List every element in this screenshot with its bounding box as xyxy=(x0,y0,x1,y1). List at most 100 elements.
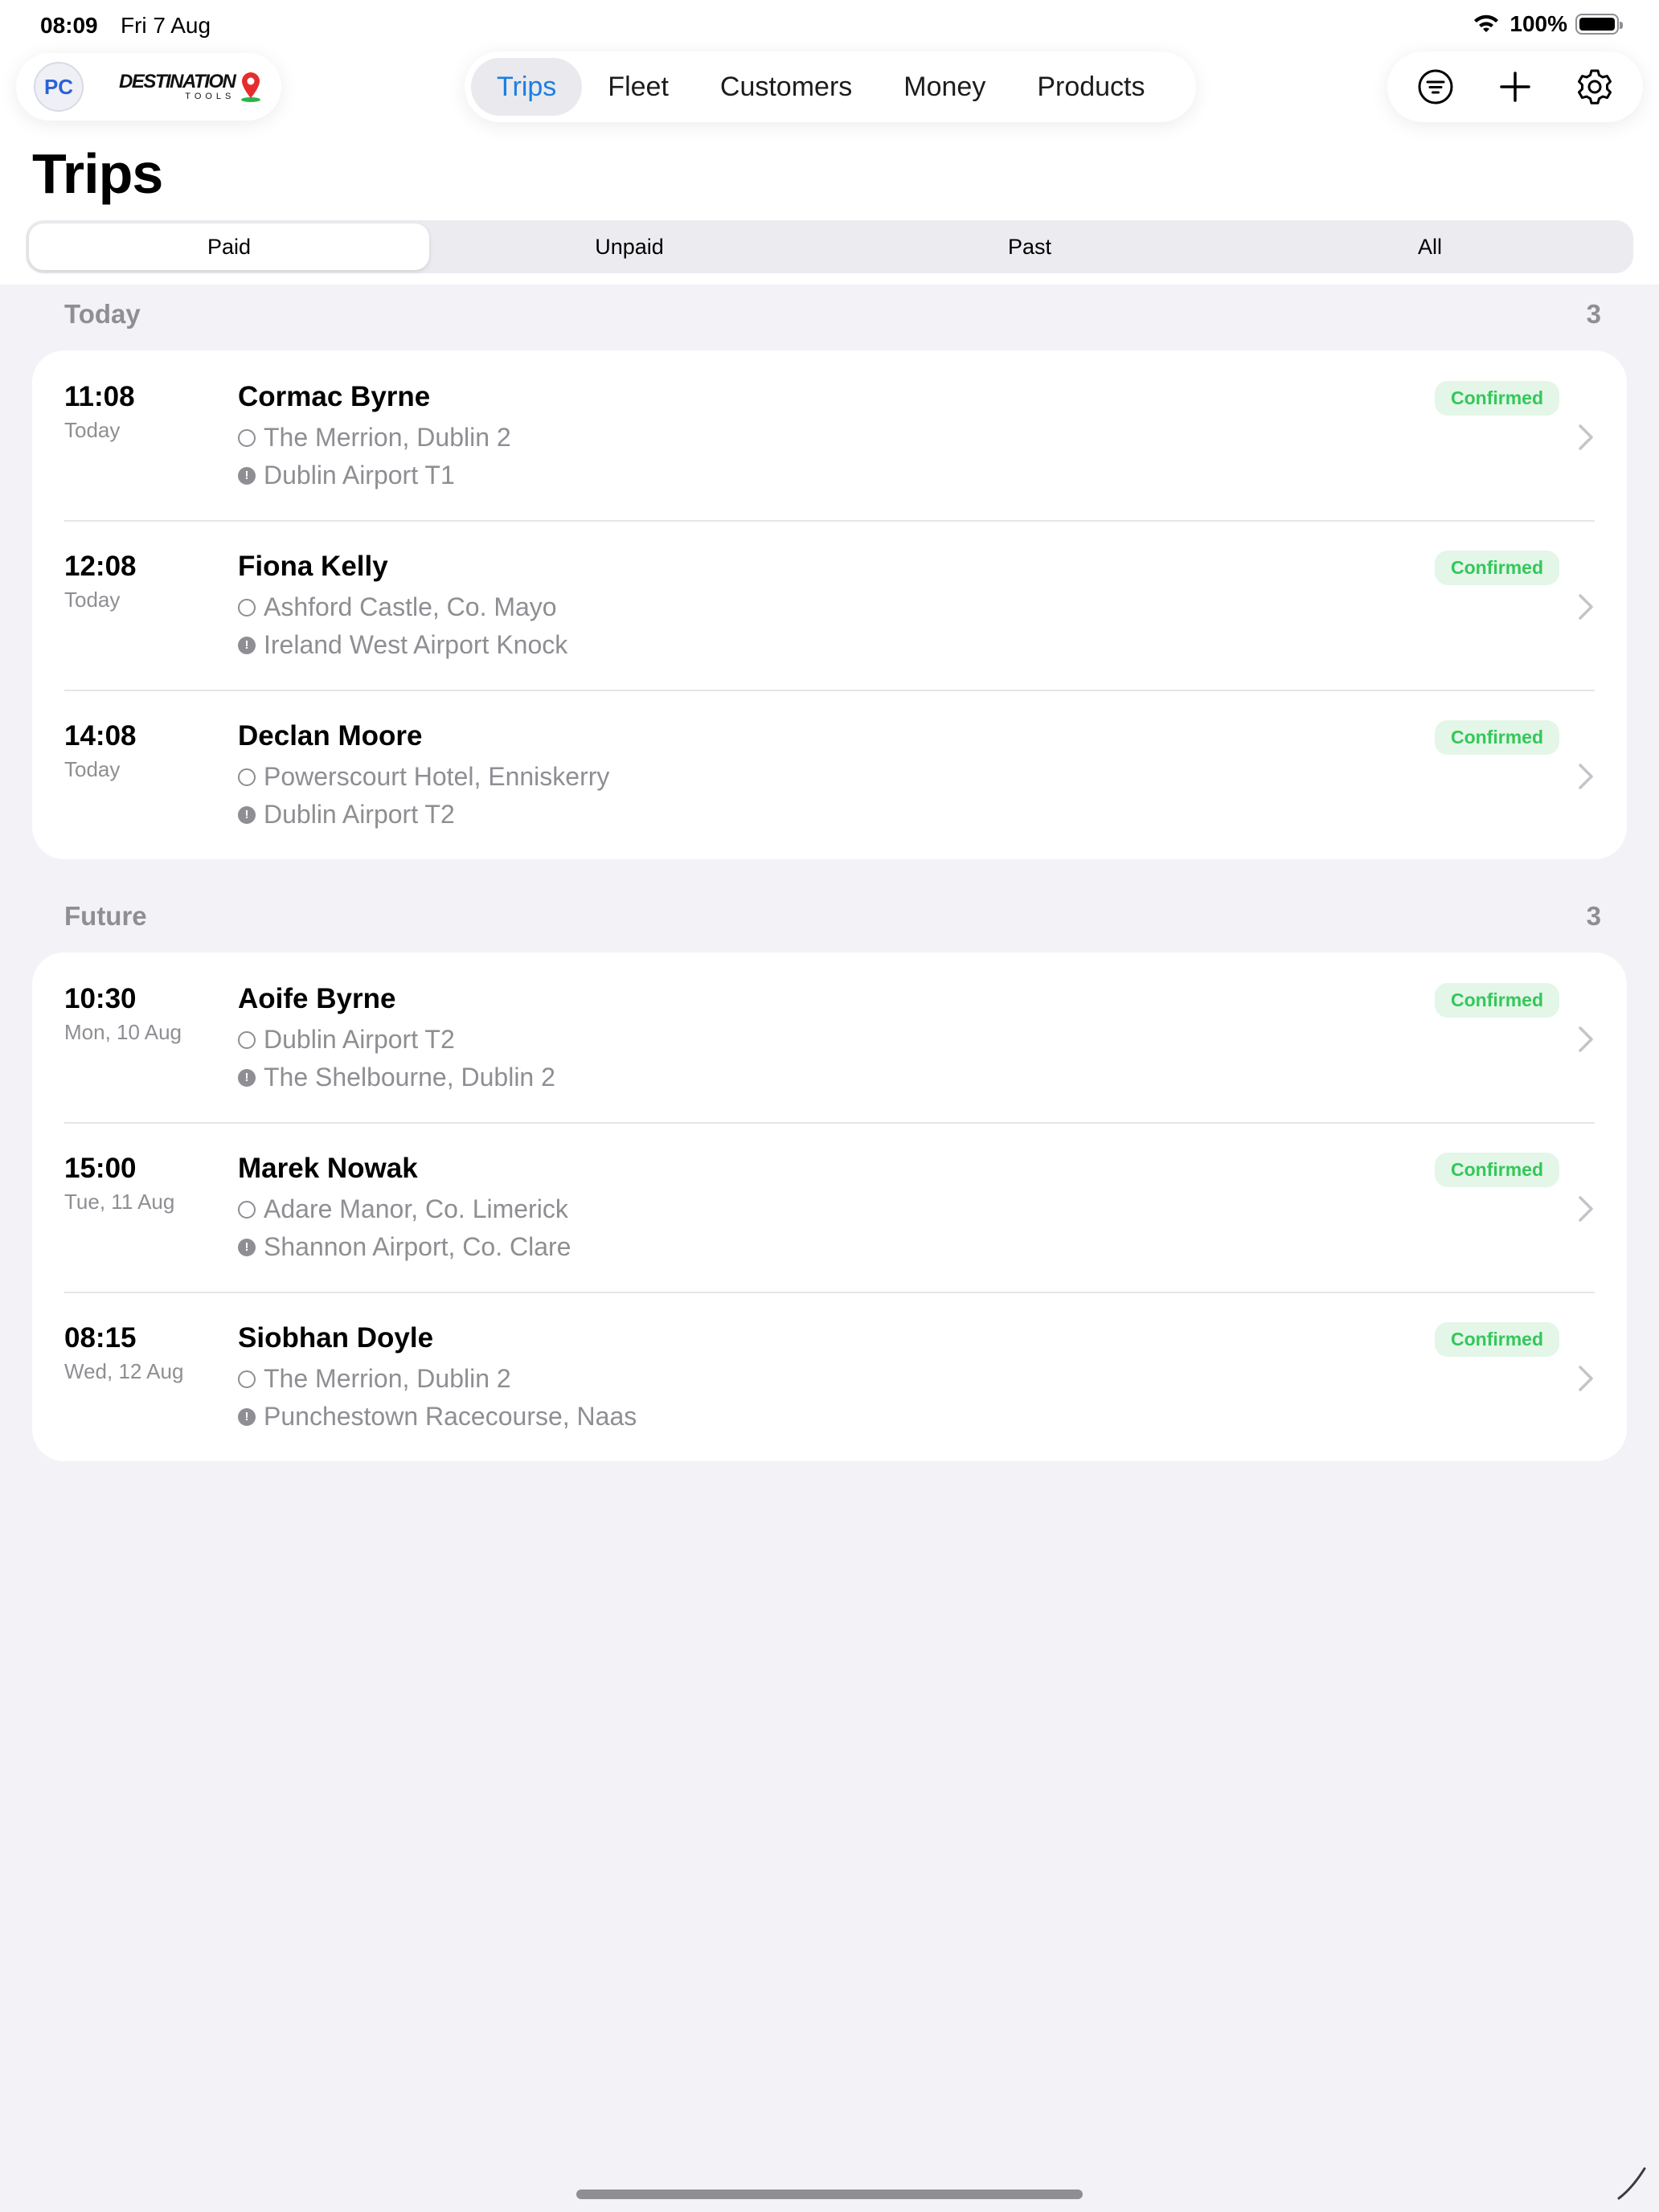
trip-row[interactable]: 11:08 Today Cormac Byrne The Merrion, Du… xyxy=(32,350,1627,520)
dropoff-text: Dublin Airport T2 xyxy=(264,800,455,829)
dropoff-location: ! Shannon Airport, Co. Clare xyxy=(238,1232,571,1262)
status-indicators: 100% xyxy=(1471,11,1623,37)
trip-date: Today xyxy=(64,757,121,781)
add-trip-button[interactable] xyxy=(1487,59,1543,115)
chevron-right-icon xyxy=(1577,592,1595,621)
payment-filter-segmented-control: Paid Unpaid Past All xyxy=(26,220,1633,273)
tab-customers[interactable]: Customers xyxy=(694,58,878,116)
main-nav: Trips Fleet Customers Money Products xyxy=(465,51,1196,122)
trip-row[interactable]: 15:00 Tue, 11 Aug Marek Nowak Adare Mano… xyxy=(32,1122,1627,1292)
status-time: 08:09 xyxy=(40,13,98,38)
pickup-location: The Merrion, Dublin 2 xyxy=(238,1364,511,1394)
tab-trips[interactable]: Trips xyxy=(471,58,583,116)
dropoff-pin-icon: ! xyxy=(238,636,256,654)
status-badge: Confirmed xyxy=(1435,720,1559,755)
tab-fleet[interactable]: Fleet xyxy=(582,58,694,116)
dropoff-text: Dublin Airport T1 xyxy=(264,461,455,490)
segment-unpaid[interactable]: Unpaid xyxy=(429,223,830,270)
trips-card-today: 11:08 Today Cormac Byrne The Merrion, Du… xyxy=(32,350,1627,859)
avatar[interactable]: PC xyxy=(34,62,84,112)
tab-products[interactable]: Products xyxy=(1011,58,1170,116)
dropoff-pin-icon: ! xyxy=(238,466,256,485)
section-title: Future xyxy=(64,901,147,931)
status-badge: Confirmed xyxy=(1435,381,1559,416)
pickup-text: Ashford Castle, Co. Mayo xyxy=(264,592,557,621)
customer-name: Siobhan Doyle xyxy=(238,1322,434,1354)
battery-percentage: 100% xyxy=(1509,11,1567,36)
dropoff-location: ! The Shelbourne, Dublin 2 xyxy=(238,1063,555,1092)
dropoff-location: ! Dublin Airport T1 xyxy=(238,461,455,490)
segment-paid[interactable]: Paid xyxy=(29,223,429,270)
section-count: 3 xyxy=(1586,299,1601,329)
logo-sub-text: TOOLS xyxy=(185,92,236,101)
status-badge: Confirmed xyxy=(1435,1322,1559,1357)
chevron-right-icon xyxy=(1577,762,1595,791)
trip-date: Mon, 10 Aug xyxy=(64,1020,182,1044)
pickup-circle-icon xyxy=(238,1030,256,1049)
pickup-circle-icon xyxy=(238,768,256,786)
dropoff-pin-icon: ! xyxy=(238,1238,256,1256)
pickup-location: Dublin Airport T2 xyxy=(238,1025,455,1055)
trip-time: 11:08 xyxy=(64,381,135,412)
pickup-location: Ashford Castle, Co. Mayo xyxy=(238,592,557,622)
pickup-circle-icon xyxy=(238,1370,256,1388)
chevron-right-icon xyxy=(1577,1025,1595,1054)
dropoff-text: The Shelbourne, Dublin 2 xyxy=(264,1063,555,1092)
trip-time: 08:15 xyxy=(64,1322,137,1354)
pickup-text: The Merrion, Dublin 2 xyxy=(264,1364,511,1393)
trip-date: Today xyxy=(64,418,121,442)
status-badge: Confirmed xyxy=(1435,983,1559,1018)
pickup-circle-icon xyxy=(238,1200,256,1219)
status-badge: Confirmed xyxy=(1435,1153,1559,1187)
actions-toolbar xyxy=(1387,51,1643,122)
dropoff-pin-icon: ! xyxy=(238,805,256,824)
customer-name: Cormac Byrne xyxy=(238,381,431,412)
trip-row[interactable]: 12:08 Today Fiona Kelly Ashford Castle, … xyxy=(32,520,1627,690)
tab-money[interactable]: Money xyxy=(878,58,1011,116)
destination-tools-logo: DESTINATION TOOLS xyxy=(119,71,264,103)
section-header-today: Today 3 xyxy=(64,299,1601,330)
dropoff-text: Punchestown Racecourse, Naas xyxy=(264,1402,637,1431)
dropoff-pin-icon: ! xyxy=(238,1407,256,1426)
trip-date: Tue, 11 Aug xyxy=(64,1190,175,1214)
battery-icon xyxy=(1575,14,1623,35)
dropoff-location: ! Dublin Airport T2 xyxy=(238,800,455,830)
segment-all[interactable]: All xyxy=(1230,223,1630,270)
pickup-location: The Merrion, Dublin 2 xyxy=(238,423,511,453)
section-header-future: Future 3 xyxy=(64,901,1601,932)
trip-time: 12:08 xyxy=(64,551,137,582)
dropoff-location: ! Ireland West Airport Knock xyxy=(238,630,567,660)
segment-past[interactable]: Past xyxy=(830,223,1230,270)
filter-button[interactable] xyxy=(1407,59,1464,115)
customer-name: Marek Nowak xyxy=(238,1153,418,1184)
status-badge: Confirmed xyxy=(1435,551,1559,585)
customer-name: Aoife Byrne xyxy=(238,983,396,1014)
trip-time: 15:00 xyxy=(64,1153,137,1184)
trip-date: Today xyxy=(64,588,121,612)
settings-button[interactable] xyxy=(1567,59,1623,115)
trip-row[interactable]: 08:15 Wed, 12 Aug Siobhan Doyle The Merr… xyxy=(32,1292,1627,1461)
status-bar: 08:09 Fri 7 Aug 100% xyxy=(0,0,1659,51)
trip-time: 10:30 xyxy=(64,983,137,1014)
dropoff-location: ! Punchestown Racecourse, Naas xyxy=(238,1402,637,1432)
logo-main-text: DESTINATION xyxy=(119,71,236,92)
pickup-text: Dublin Airport T2 xyxy=(264,1025,455,1054)
trip-row[interactable]: 14:08 Today Declan Moore Powerscourt Hot… xyxy=(32,690,1627,859)
pickup-text: Adare Manor, Co. Limerick xyxy=(264,1194,568,1223)
trip-row[interactable]: 10:30 Mon, 10 Aug Aoife Byrne Dublin Air… xyxy=(32,952,1627,1122)
section-title: Today xyxy=(64,299,141,329)
home-indicator[interactable] xyxy=(576,2189,1083,2199)
pickup-text: Powerscourt Hotel, Enniskerry xyxy=(264,762,610,791)
status-date: Fri 7 Aug xyxy=(121,13,211,38)
trips-card-future: 10:30 Mon, 10 Aug Aoife Byrne Dublin Air… xyxy=(32,952,1627,1461)
chevron-right-icon xyxy=(1577,1364,1595,1393)
pencil-icon[interactable] xyxy=(1611,2162,1651,2202)
pickup-location: Adare Manor, Co. Limerick xyxy=(238,1194,568,1224)
customer-name: Declan Moore xyxy=(238,720,423,752)
customer-name: Fiona Kelly xyxy=(238,551,388,582)
pickup-circle-icon xyxy=(238,598,256,616)
section-count: 3 xyxy=(1586,901,1601,931)
dropoff-text: Ireland West Airport Knock xyxy=(264,630,568,659)
brand-pill: PC DESTINATION TOOLS xyxy=(16,53,281,121)
gear-icon xyxy=(1578,69,1612,104)
